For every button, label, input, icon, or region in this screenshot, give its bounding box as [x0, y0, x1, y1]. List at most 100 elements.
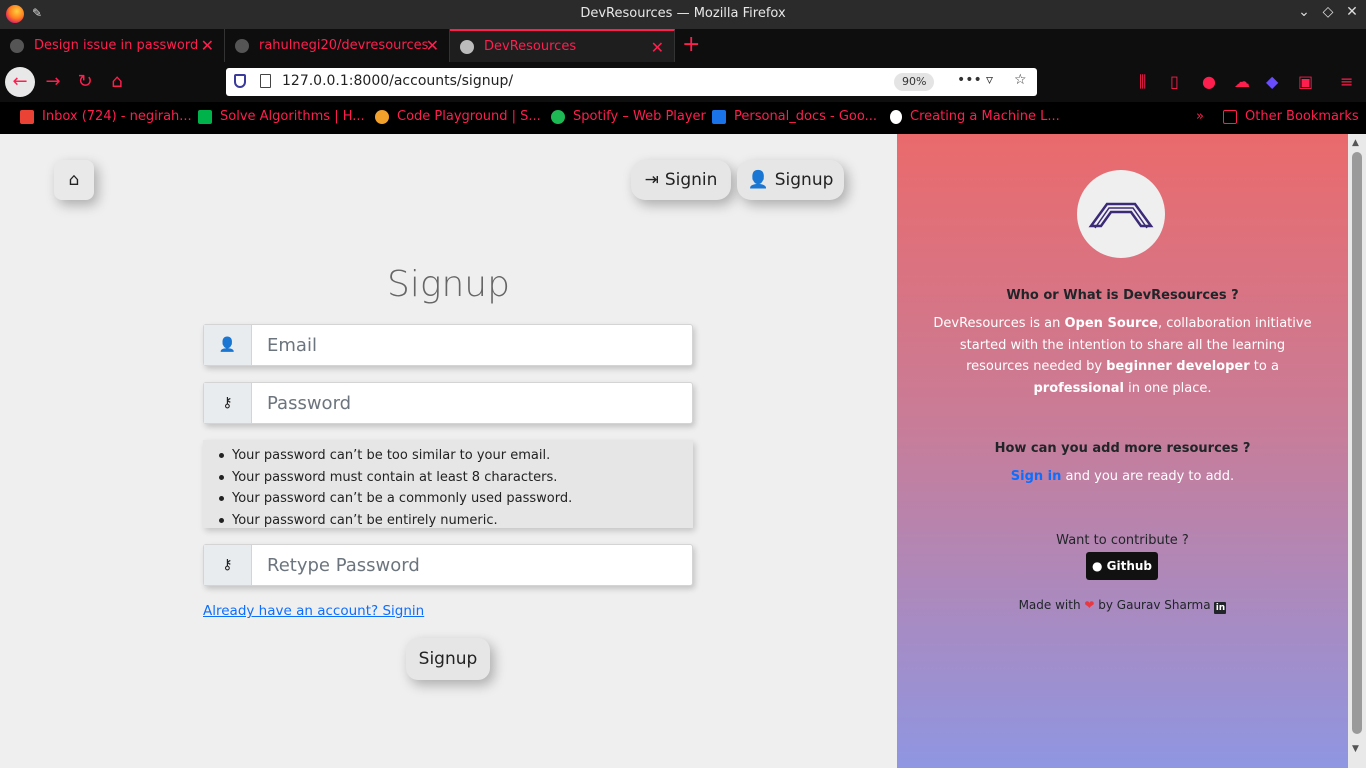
home-button[interactable]: ⌂ [54, 160, 94, 200]
bookmark-star-icon[interactable]: ☆ [1014, 72, 1027, 88]
url-bar[interactable]: 127.0.0.1:8000/accounts/signup/ 90% ••• … [226, 68, 1037, 96]
retype-password-field: ⚷ [203, 544, 693, 586]
reload-icon[interactable]: ↻ [71, 68, 99, 96]
google-drive-icon [712, 109, 726, 124]
add-heading: How can you add more resources ? [994, 441, 1251, 456]
extension-icon[interactable]: ☁ [1234, 72, 1250, 91]
page-scrollbar[interactable]: ▲ ▼ [1348, 134, 1366, 768]
about-heading: Who or What is DevResources ? [1006, 288, 1239, 303]
add-text: Sign in and you are ready to add. [1010, 469, 1235, 484]
contribute-text: Want to contribute ? [1056, 533, 1189, 548]
signin-button[interactable]: ⇥ Signin [631, 160, 731, 200]
bookmarks-toolbar: Inbox (724) - negirah... Solve Algorithm… [0, 102, 1366, 134]
gmail-icon [20, 109, 34, 124]
devresources-favicon-icon [460, 39, 474, 54]
help-item: Your password can’t be entirely numeric. [203, 510, 693, 532]
signin-label: Signin [664, 170, 718, 190]
bookmark-medium[interactable]: Creating a Machine L... [890, 109, 1060, 124]
retype-password-input[interactable] [253, 545, 692, 585]
window-titlebar: ✎ DevResources — Mozilla Firefox ⌄ ◇ ✕ [0, 0, 1366, 29]
scroll-thumb[interactable] [1352, 152, 1362, 734]
password-help: Your password can’t be too similar to yo… [203, 440, 693, 528]
key-icon: ⚷ [204, 383, 252, 423]
scroll-down-icon[interactable]: ▼ [1352, 744, 1359, 754]
close-tab-icon[interactable]: ✕ [426, 36, 439, 55]
help-item: Your password can’t be too similar to yo… [203, 445, 693, 467]
page-title: Signup [387, 264, 510, 305]
github-favicon-icon [235, 38, 249, 53]
github-favicon-icon [10, 38, 24, 53]
info-sidebar: Who or What is DevResources ? DevResourc… [897, 134, 1348, 768]
more-bookmarks-icon[interactable]: » [1196, 109, 1204, 124]
tracking-shield-icon[interactable] [234, 74, 246, 88]
scroll-up-icon[interactable]: ▲ [1352, 138, 1359, 148]
folder-icon [1223, 109, 1237, 124]
bookmark-google-drive[interactable]: Personal_docs - Goo... [712, 109, 877, 124]
devresources-logo [1077, 170, 1165, 258]
navigation-bar: ← → ↻ ⌂ 127.0.0.1:8000/accounts/signup/ … [0, 62, 1366, 102]
sidebar-icon[interactable]: ▯ [1170, 72, 1179, 91]
page-content: ⌂ ⇥ Signin 👤 Signup Signup 👤 ⚷ Your pass… [0, 134, 1366, 768]
signup-panel: ⌂ ⇥ Signin 👤 Signup Signup 👤 ⚷ Your pass… [0, 134, 897, 768]
code-playground-icon [375, 109, 389, 124]
close-tab-icon[interactable]: ✕ [201, 36, 214, 55]
house-icon: ⌂ [68, 170, 80, 190]
tab-label: DevResources [484, 39, 577, 54]
bookmark-hackerrank[interactable]: Solve Algorithms | H... [198, 109, 365, 124]
password-input[interactable] [253, 383, 692, 423]
library-icon[interactable]: ⫼ [1139, 72, 1146, 92]
window-title: DevResources — Mozilla Firefox [580, 6, 786, 21]
new-tab-icon[interactable]: + [682, 32, 700, 57]
medium-icon [890, 109, 902, 124]
back-arrow-icon[interactable]: ← [5, 67, 35, 97]
forward-arrow-icon[interactable]: → [39, 68, 67, 96]
signin-link[interactable]: Already have an account? Signin [203, 603, 424, 619]
sidebar-signin-link[interactable]: Sign in [1011, 469, 1062, 484]
bookmark-code-playground[interactable]: Code Playground | S... [375, 109, 541, 124]
bookmark-gmail[interactable]: Inbox (724) - negirah... [20, 109, 192, 124]
spotify-icon [551, 109, 565, 124]
home-icon[interactable]: ⌂ [103, 68, 131, 96]
hackerrank-icon [198, 109, 212, 124]
key-icon: ⚷ [204, 545, 252, 585]
help-item: Your password can’t be a commonly used p… [203, 488, 693, 510]
heart-icon: ❤ [1084, 598, 1095, 612]
sign-in-icon: ⇥ [644, 170, 659, 190]
signup-label: Signup [774, 170, 834, 190]
account-icon[interactable]: ● [1202, 72, 1216, 91]
close-tab-icon[interactable]: ✕ [651, 38, 664, 57]
minimize-icon[interactable]: ⌄ [1295, 4, 1313, 20]
help-item: Your password must contain at least 8 ch… [203, 467, 693, 489]
tab-label: rahulnegi20/devresources [259, 38, 429, 53]
tab-design-issue[interactable]: Design issue in password ✕ [0, 29, 225, 62]
bookmark-spotify[interactable]: Spotify – Web Player [551, 109, 706, 124]
linkedin-icon[interactable]: in [1214, 602, 1227, 614]
url-text[interactable]: 127.0.0.1:8000/accounts/signup/ [282, 73, 513, 89]
extension-layers-icon[interactable]: ◆ [1266, 72, 1278, 91]
page-actions-icon[interactable]: ••• [957, 72, 982, 88]
made-with-credit: Made with ❤ by Gaurav Sharma in [1018, 598, 1227, 614]
screenshot-icon[interactable]: ▣ [1298, 72, 1313, 91]
github-button[interactable]: ● Github [1086, 552, 1158, 580]
email-field: 👤 [203, 324, 693, 366]
menu-icon[interactable]: ≡ [1340, 72, 1353, 91]
tab-bar: Design issue in password ✕ rahulnegi20/d… [0, 29, 1366, 62]
user-icon: 👤 [747, 170, 769, 190]
other-bookmarks[interactable]: Other Bookmarks [1223, 109, 1359, 124]
about-text: DevResources is an Open Source, collabor… [933, 316, 1312, 396]
pocket-icon[interactable]: ▿ [986, 72, 993, 88]
close-window-icon[interactable]: ✕ [1343, 4, 1361, 20]
signup-submit-button[interactable]: Signup [406, 638, 490, 680]
user-icon: 👤 [204, 325, 252, 365]
password-field: ⚷ [203, 382, 693, 424]
logo-mark-icon [1088, 202, 1154, 229]
signup-nav-button[interactable]: 👤 Signup [737, 160, 844, 200]
zoom-level-badge[interactable]: 90% [894, 73, 935, 91]
tab-label: Design issue in password [34, 38, 199, 53]
maximize-icon[interactable]: ◇ [1319, 4, 1337, 20]
tab-github-repo[interactable]: rahulnegi20/devresources ✕ [225, 29, 450, 62]
tab-devresources[interactable]: DevResources ✕ [450, 29, 675, 62]
email-input[interactable] [253, 325, 692, 365]
github-icon: ● [1091, 559, 1103, 573]
page-info-icon[interactable] [260, 74, 271, 88]
